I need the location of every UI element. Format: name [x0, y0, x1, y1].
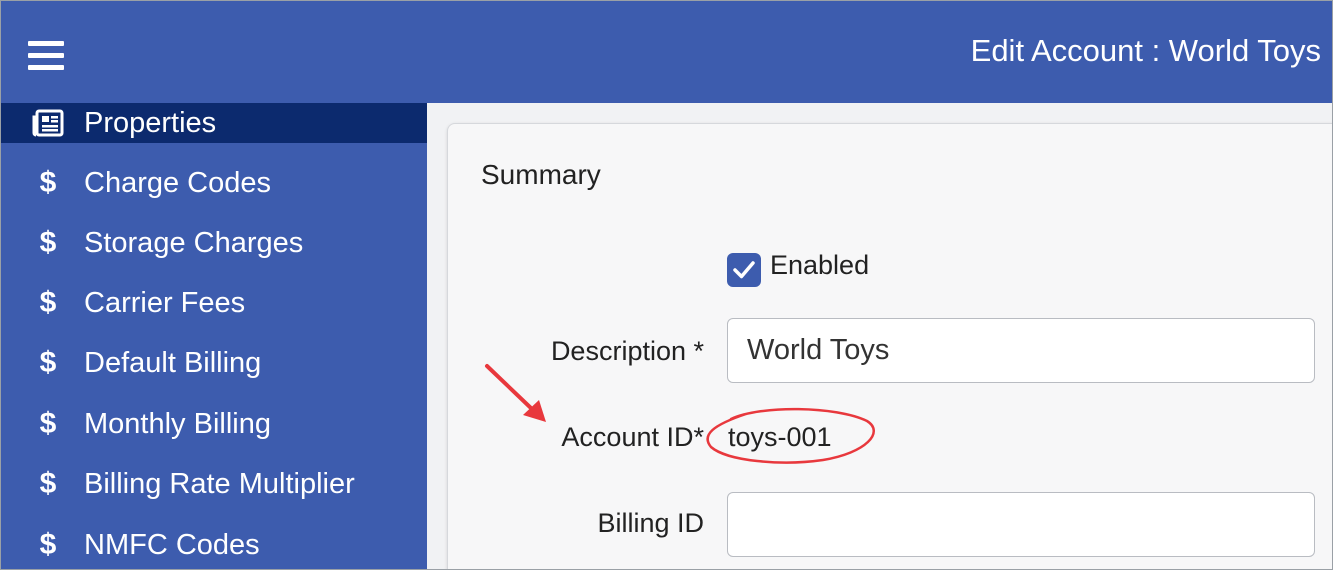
- sidebar-item-label: Default Billing: [84, 346, 262, 379]
- dollar-icon: $: [39, 467, 57, 500]
- app-window: Edit Account : World Toys Properties $ C…: [0, 0, 1333, 570]
- checkmark-icon: [733, 261, 755, 279]
- dollar-icon: $: [39, 166, 57, 199]
- sidebar-item-charge-codes[interactable]: $ Charge Codes: [1, 163, 427, 203]
- sidebar: Properties $ Charge Codes $ Storage Char…: [1, 103, 427, 569]
- sidebar-item-label: Billing Rate Multiplier: [84, 467, 355, 500]
- billing-id-label: Billing ID: [597, 508, 704, 538]
- sidebar-item-nmfc-codes[interactable]: $ NMFC Codes: [1, 525, 427, 565]
- properties-icon: [31, 103, 65, 143]
- sidebar-item-label: Properties: [84, 106, 217, 139]
- sidebar-item-carrier-fees[interactable]: $ Carrier Fees: [1, 283, 427, 323]
- sidebar-item-label: Storage Charges: [84, 226, 304, 259]
- sidebar-item-label: Carrier Fees: [84, 286, 246, 319]
- section-title: Summary: [481, 159, 601, 190]
- dollar-icon: $: [39, 407, 57, 440]
- sidebar-item-properties[interactable]: Properties: [1, 103, 427, 143]
- dollar-icon: $: [39, 226, 57, 259]
- sidebar-item-label: NMFC Codes: [84, 528, 260, 561]
- page-title: Edit Account : World Toys: [970, 33, 1321, 68]
- sidebar-item-storage-charges[interactable]: $ Storage Charges: [1, 223, 427, 263]
- billing-id-input[interactable]: [727, 492, 1315, 557]
- hamburger-menu-icon[interactable]: [26, 39, 66, 73]
- description-label: Description *: [550, 336, 704, 366]
- sidebar-item-label: Monthly Billing: [84, 407, 271, 440]
- app-header: Edit Account : World Toys: [1, 1, 1332, 103]
- dollar-icon: $: [39, 286, 57, 319]
- description-input[interactable]: World Toys: [727, 318, 1315, 383]
- dollar-icon: $: [39, 346, 57, 379]
- sidebar-item-monthly-billing[interactable]: $ Monthly Billing: [1, 404, 427, 444]
- account-id-label: Account ID*: [561, 422, 704, 452]
- enabled-checkbox[interactable]: [727, 253, 761, 287]
- dollar-icon: $: [39, 528, 57, 561]
- enabled-label: Enabled: [770, 250, 870, 280]
- account-id-value: toys-001: [728, 422, 832, 452]
- sidebar-item-default-billing[interactable]: $ Default Billing: [1, 343, 427, 383]
- sidebar-item-billing-rate-multiplier[interactable]: $ Billing Rate Multiplier: [1, 464, 427, 504]
- sidebar-item-label: Charge Codes: [84, 166, 271, 199]
